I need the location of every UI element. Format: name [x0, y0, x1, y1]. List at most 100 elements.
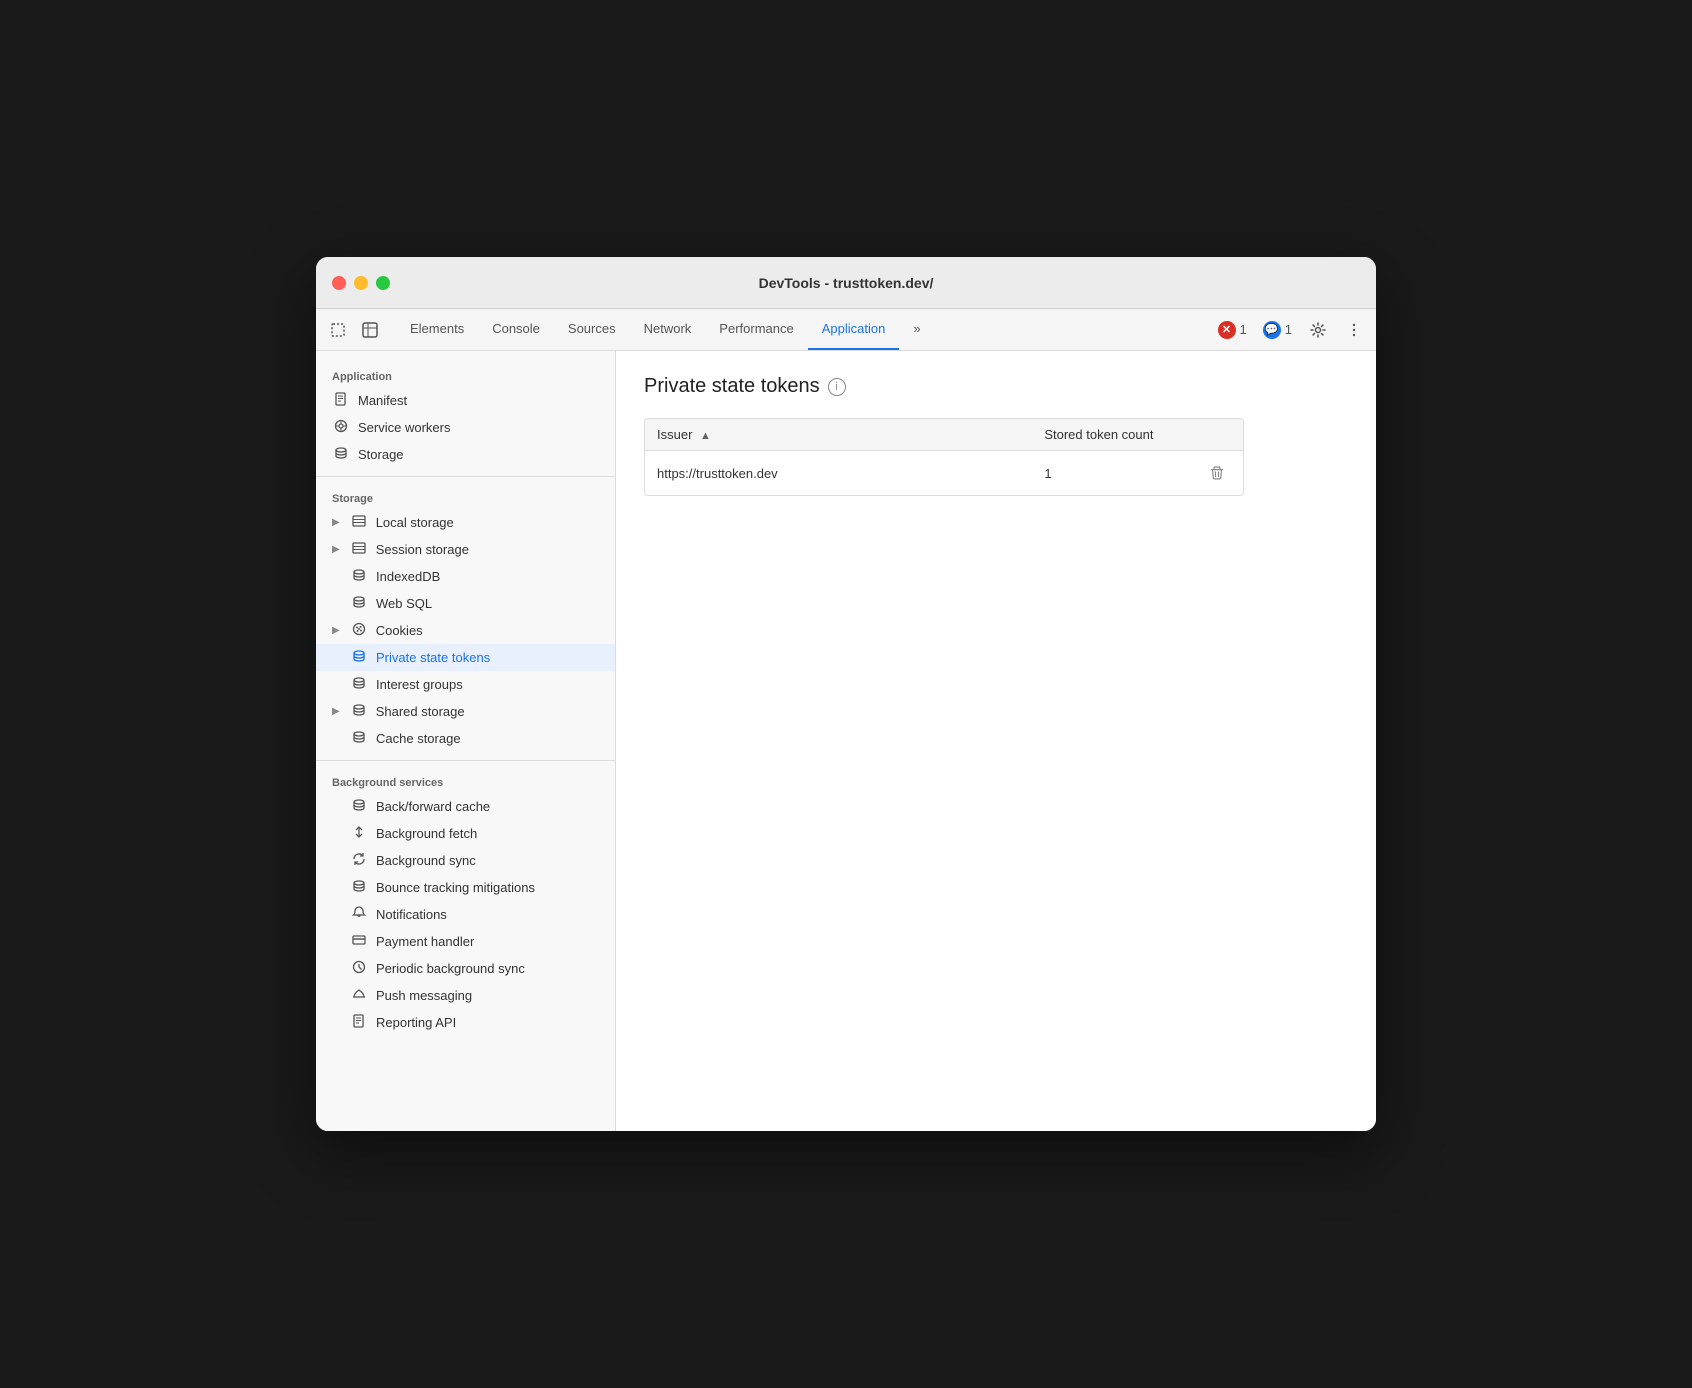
tab-console[interactable]: Console [478, 309, 554, 350]
sidebar-item-back-forward-cache[interactable]: Back/forward cache [316, 793, 615, 820]
cache-storage-icon [350, 730, 368, 747]
maximize-button[interactable] [376, 276, 390, 290]
storage-app-icon [332, 446, 350, 463]
tab-elements[interactable]: Elements [396, 309, 478, 350]
indexeddb-icon [350, 568, 368, 585]
cookies-icon [350, 622, 368, 639]
sidebar-item-reporting-api[interactable]: Reporting API [316, 1009, 615, 1036]
delete-button[interactable] [1203, 459, 1231, 487]
storage-app-label: Storage [358, 447, 404, 462]
push-messaging-label: Push messaging [376, 988, 472, 1003]
titlebar: DevTools - trusttoken.dev/ [316, 257, 1376, 309]
tab-network[interactable]: Network [630, 309, 706, 350]
sidebar-item-cookies[interactable]: ▶ Cookies [316, 617, 615, 644]
minimize-button[interactable] [354, 276, 368, 290]
count-column-header: Stored token count [1032, 419, 1191, 451]
content-area: Application Manifest [316, 351, 1376, 1131]
reporting-api-label: Reporting API [376, 1015, 456, 1030]
sidebar-item-cache-storage[interactable]: Cache storage [316, 725, 615, 752]
sidebar-item-session-storage[interactable]: ▶ Session storage [316, 536, 615, 563]
arrow-cookies: ▶ [332, 625, 340, 636]
more-options-button[interactable] [1340, 316, 1368, 344]
sidebar-item-background-sync[interactable]: Background sync [316, 847, 615, 874]
background-fetch-label: Background fetch [376, 826, 477, 841]
sidebar-item-background-fetch[interactable]: Background fetch [316, 820, 615, 847]
page-title: Private state tokens i [644, 375, 1348, 398]
divider-1 [316, 476, 615, 477]
tokens-table: Issuer ▲ Stored token count https://trus… [645, 419, 1243, 495]
sidebar-item-manifest[interactable]: Manifest [316, 387, 615, 414]
sidebar-item-indexeddb[interactable]: IndexedDB [316, 563, 615, 590]
sidebar-item-periodic-background-sync[interactable]: Periodic background sync [316, 955, 615, 982]
devtools-window: DevTools - trusttoken.dev/ Elements Cons… [316, 257, 1376, 1131]
arrow-shared-storage: ▶ [332, 706, 340, 717]
background-fetch-icon [350, 825, 368, 842]
session-storage-icon [350, 541, 368, 558]
sidebar-item-interest-groups[interactable]: Interest groups [316, 671, 615, 698]
tab-more[interactable]: » [899, 309, 934, 350]
payment-handler-icon [350, 933, 368, 950]
web-sql-label: Web SQL [376, 596, 432, 611]
action-column-header [1191, 419, 1243, 451]
notifications-label: Notifications [376, 907, 447, 922]
settings-icon-button[interactable] [1304, 316, 1332, 344]
error-badge-button[interactable]: ✕ 1 [1214, 319, 1251, 341]
sidebar-item-bounce-tracking[interactable]: Bounce tracking mitigations [316, 874, 615, 901]
toolbar-right: ✕ 1 💬 1 [1214, 316, 1368, 344]
main-content: Private state tokens i Issuer ▲ Stored t… [616, 351, 1376, 1131]
service-workers-icon [332, 419, 350, 436]
toolbar-icons [324, 316, 384, 344]
sidebar-item-storage-app[interactable]: Storage [316, 441, 615, 468]
interest-groups-label: Interest groups [376, 677, 463, 692]
bounce-tracking-icon [350, 879, 368, 896]
window-title: DevTools - trusttoken.dev/ [759, 275, 934, 291]
info-count: 1 [1285, 322, 1292, 337]
background-services-section-label: Background services [316, 769, 615, 793]
sidebar-item-web-sql[interactable]: Web SQL [316, 590, 615, 617]
arrow-session-storage: ▶ [332, 544, 340, 555]
sidebar-item-payment-handler[interactable]: Payment handler [316, 928, 615, 955]
notifications-icon [350, 906, 368, 923]
background-sync-icon [350, 852, 368, 869]
session-storage-label: Session storage [376, 542, 469, 557]
cursor-icon-button[interactable] [324, 316, 352, 344]
cookies-label: Cookies [376, 623, 423, 638]
count-cell: 1 [1032, 451, 1191, 496]
service-workers-label: Service workers [358, 420, 450, 435]
sidebar-item-service-workers[interactable]: Service workers [316, 414, 615, 441]
sidebar-item-push-messaging[interactable]: Push messaging [316, 982, 615, 1009]
divider-2 [316, 760, 615, 761]
tab-performance[interactable]: Performance [705, 309, 807, 350]
back-forward-cache-label: Back/forward cache [376, 799, 490, 814]
periodic-background-sync-label: Periodic background sync [376, 961, 525, 976]
toolbar: Elements Console Sources Network Perform… [316, 309, 1376, 351]
issuer-column-header[interactable]: Issuer ▲ [645, 419, 1032, 451]
info-badge-button[interactable]: 💬 1 [1259, 319, 1296, 341]
background-sync-label: Background sync [376, 853, 476, 868]
manifest-label: Manifest [358, 393, 407, 408]
sidebar-item-notifications[interactable]: Notifications [316, 901, 615, 928]
sidebar-item-private-state-tokens[interactable]: Private state tokens [316, 644, 615, 671]
sort-arrow-icon: ▲ [700, 430, 711, 442]
info-icon: 💬 [1263, 321, 1281, 339]
private-state-tokens-label: Private state tokens [376, 650, 490, 665]
local-storage-icon [350, 514, 368, 531]
shared-storage-label: Shared storage [376, 704, 465, 719]
periodic-background-sync-icon [350, 960, 368, 977]
sidebar: Application Manifest [316, 351, 616, 1131]
indexeddb-label: IndexedDB [376, 569, 440, 584]
toolbar-tabs: Elements Console Sources Network Perform… [396, 309, 1214, 350]
inspect-icon-button[interactable] [356, 316, 384, 344]
sidebar-item-shared-storage[interactable]: ▶ Shared storage [316, 698, 615, 725]
web-sql-icon [350, 595, 368, 612]
manifest-icon [332, 392, 350, 409]
tab-sources[interactable]: Sources [554, 309, 630, 350]
arrow-local-storage: ▶ [332, 517, 340, 528]
page-title-text: Private state tokens [644, 375, 820, 398]
table-row: https://trusttoken.dev 1 [645, 451, 1243, 496]
close-button[interactable] [332, 276, 346, 290]
tab-application[interactable]: Application [808, 309, 900, 350]
error-count: 1 [1240, 322, 1247, 337]
sidebar-item-local-storage[interactable]: ▶ Local storage [316, 509, 615, 536]
info-icon-button[interactable]: i [828, 378, 846, 396]
